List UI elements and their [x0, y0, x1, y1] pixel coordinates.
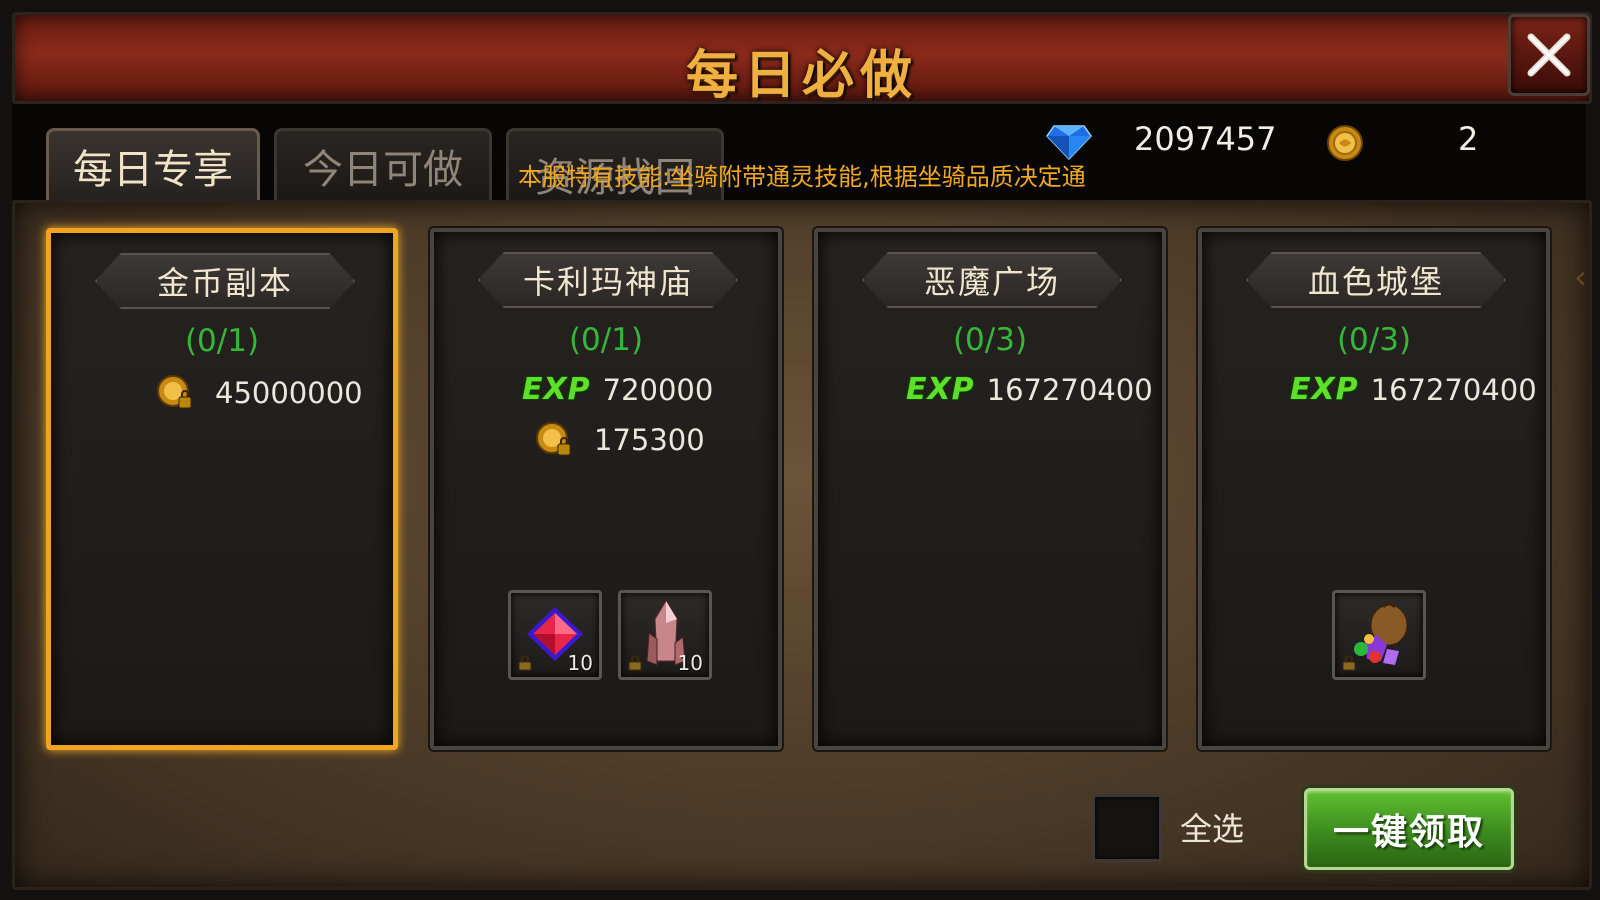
reward-coin: 45000000: [155, 373, 363, 413]
reward-value: 167270400: [1370, 372, 1537, 407]
task-card-blood-castle[interactable]: 血色城堡 (0/3) EXP 167270400: [1198, 228, 1550, 750]
card-title: 恶魔广场: [923, 263, 1060, 301]
reward-item-slot[interactable]: 10: [618, 590, 712, 680]
exp-icon: EXP: [1290, 372, 1359, 407]
lock-icon: [518, 655, 532, 671]
reward-value: 167270400: [986, 372, 1153, 407]
reward-value: 720000: [602, 372, 714, 407]
task-card-gold-dungeon[interactable]: 金币副本 (0/1) 45000000: [46, 228, 398, 750]
daily-tasks-window: 每日必做 每日专享 今日可做 资源找回 本服特有技能:坐骑附带通灵技能,根据坐骑…: [0, 0, 1600, 900]
task-card-devil-square[interactable]: 恶魔广场 (0/3) EXP 167270400: [814, 228, 1166, 750]
reward-coin: 175300: [534, 420, 705, 460]
title-bar: 每日必做: [12, 12, 1592, 106]
card-progress: (0/1): [184, 323, 260, 359]
bound-coin-icon: [157, 375, 192, 409]
tab-label: 今日可做: [303, 146, 463, 193]
select-all-label[interactable]: 全选: [1180, 804, 1244, 850]
gold-coin-icon: [1327, 125, 1363, 161]
coin-count: 2: [1458, 120, 1479, 158]
card-header: 血色城堡: [1246, 252, 1506, 308]
chevron-left-icon[interactable]: ‹: [1574, 258, 1587, 296]
window-title: 每日必做: [685, 46, 918, 106]
reward-item-slot[interactable]: [1332, 590, 1426, 680]
card-title: 卡利玛神庙: [522, 263, 693, 301]
card-header: 恶魔广场: [862, 252, 1122, 308]
lock-icon: [628, 655, 642, 671]
item-count: 10: [567, 651, 593, 675]
reward-exp: EXP 720000: [522, 372, 713, 407]
diamond-icon: [1046, 125, 1092, 160]
close-icon: [1527, 33, 1571, 77]
tab-today-available[interactable]: 今日可做: [274, 128, 492, 200]
reward-exp: EXP 167270400: [1290, 372, 1537, 407]
task-card-kalima-temple[interactable]: 卡利玛神庙 (0/1) EXP 720000 175300 10 10: [430, 228, 782, 750]
claim-all-label: 一键领取: [1332, 812, 1485, 853]
close-button[interactable]: [1508, 14, 1590, 96]
exp-icon: EXP: [906, 372, 975, 407]
claim-all-button[interactable]: 一键领取: [1304, 788, 1514, 870]
select-all-checkbox[interactable]: [1092, 794, 1162, 862]
tab-daily-exclusive[interactable]: 每日专享: [46, 128, 260, 200]
lock-icon: [1342, 655, 1356, 671]
announcement-marquee: 本服特有技能:坐骑附带通灵技能,根据坐骑品质决定通: [518, 163, 1086, 191]
treasure-bag-icon: [1354, 602, 1408, 665]
reward-value: 175300: [594, 423, 705, 457]
card-progress: (0/1): [568, 322, 644, 358]
card-title: 金币副本: [156, 264, 293, 302]
item-count: 10: [677, 651, 703, 675]
card-header: 金币副本: [95, 253, 355, 309]
reward-value: 45000000: [215, 376, 363, 410]
bound-coin-icon: [536, 422, 571, 456]
reward-item-slot[interactable]: 10: [508, 590, 602, 680]
reward-exp: EXP 167270400: [906, 372, 1153, 407]
card-header: 卡利玛神庙: [478, 252, 738, 308]
card-progress: (0/3): [1336, 322, 1412, 358]
diamond-count: 2097457: [1134, 120, 1277, 158]
tab-label: 每日专享: [73, 146, 233, 193]
exp-icon: EXP: [522, 372, 591, 407]
card-progress: (0/3): [952, 322, 1028, 358]
card-title: 血色城堡: [1307, 263, 1444, 301]
